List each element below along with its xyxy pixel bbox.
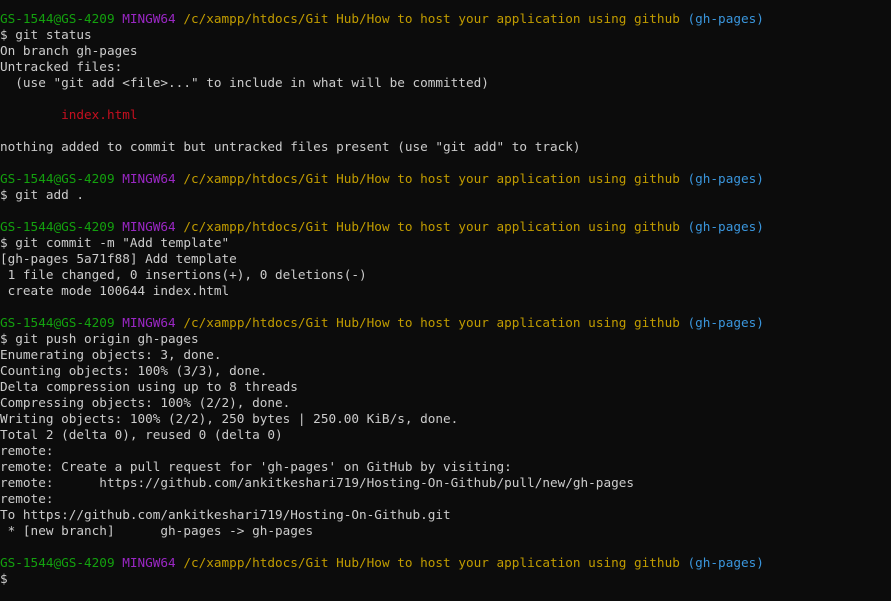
output-line: (use "git add <file>..." to include in w…	[0, 75, 891, 91]
command-text: $ git status	[0, 27, 92, 42]
output-line: Compressing objects: 100% (2/2), done.	[0, 395, 891, 411]
command-line: $ git commit -m "Add template"	[0, 235, 891, 251]
prompt-line: GS-1544@GS-4209 MINGW64 /c/xampp/htdocs/…	[0, 219, 891, 235]
output-text: Delta compression using up to 8 threads	[0, 379, 298, 394]
prompt-path: /c/xampp/htdocs/Git Hub/How to host your…	[183, 219, 680, 234]
prompt-branch: (gh-pages)	[687, 555, 764, 570]
command-text: $ git add .	[0, 187, 85, 202]
prompt-user: GS-1544@GS-4209	[0, 11, 115, 26]
output-line: create mode 100644 index.html	[0, 283, 891, 299]
prompt-env: MINGW64	[122, 219, 176, 234]
output-line: On branch gh-pages	[0, 43, 891, 59]
command-text: $ git push origin gh-pages	[0, 331, 199, 346]
output-line: Total 2 (delta 0), reused 0 (delta 0)	[0, 427, 891, 443]
output-text: Enumerating objects: 3, done.	[0, 347, 222, 362]
output-line: Enumerating objects: 3, done.	[0, 347, 891, 363]
untracked-file-name: index.html	[0, 107, 138, 122]
prompt-user: GS-1544@GS-4209	[0, 219, 115, 234]
output-text: Counting objects: 100% (3/3), done.	[0, 363, 268, 378]
prompt-user: GS-1544@GS-4209	[0, 315, 115, 330]
output-text: nothing added to commit but untracked fi…	[0, 139, 581, 154]
output-line: 1 file changed, 0 insertions(+), 0 delet…	[0, 267, 891, 283]
output-line: remote: https://github.com/ankitkeshari7…	[0, 475, 891, 491]
prompt-path: /c/xampp/htdocs/Git Hub/How to host your…	[183, 171, 680, 186]
prompt-path: /c/xampp/htdocs/Git Hub/How to host your…	[183, 315, 680, 330]
prompt-line: GS-1544@GS-4209 MINGW64 /c/xampp/htdocs/…	[0, 11, 891, 27]
output-text: Total 2 (delta 0), reused 0 (delta 0)	[0, 427, 283, 442]
prompt-user: GS-1544@GS-4209	[0, 555, 115, 570]
output-text: * [new branch] gh-pages -> gh-pages	[0, 523, 314, 538]
prompt-user: GS-1544@GS-4209	[0, 171, 115, 186]
output-text: Writing objects: 100% (2/2), 250 bytes |…	[0, 411, 459, 426]
untracked-file-line: index.html	[0, 107, 891, 123]
output-text: remote:	[0, 491, 54, 506]
output-text: remote: https://github.com/ankitkeshari7…	[0, 475, 634, 490]
prompt-env: MINGW64	[122, 11, 176, 26]
output-text: To https://github.com/ankitkeshari719/Ho…	[0, 507, 451, 522]
output-line: remote:	[0, 443, 891, 459]
prompt-path: /c/xampp/htdocs/Git Hub/How to host your…	[183, 11, 680, 26]
output-line: * [new branch] gh-pages -> gh-pages	[0, 523, 891, 539]
output-line: To https://github.com/ankitkeshari719/Ho…	[0, 507, 891, 523]
output-line: Counting objects: 100% (3/3), done.	[0, 363, 891, 379]
prompt-branch: (gh-pages)	[687, 171, 764, 186]
command-line: $ git push origin gh-pages	[0, 331, 891, 347]
prompt-line: GS-1544@GS-4209 MINGW64 /c/xampp/htdocs/…	[0, 315, 891, 331]
output-line: remote:	[0, 491, 891, 507]
prompt-env: MINGW64	[122, 171, 176, 186]
output-text: [gh-pages 5a71f88] Add template	[0, 251, 237, 266]
prompt-path: /c/xampp/htdocs/Git Hub/How to host your…	[183, 555, 680, 570]
prompt-env: MINGW64	[122, 315, 176, 330]
prompt-branch: (gh-pages)	[687, 315, 764, 330]
output-line: remote: Create a pull request for 'gh-pa…	[0, 459, 891, 475]
command-line: $ git add .	[0, 187, 891, 203]
command-line: $ git status	[0, 27, 891, 43]
output-text: Compressing objects: 100% (2/2), done.	[0, 395, 291, 410]
output-line: Delta compression using up to 8 threads	[0, 379, 891, 395]
terminal-window[interactable]: GS-1544@GS-4209 MINGW64 /c/xampp/htdocs/…	[0, 0, 891, 601]
output-text: remote:	[0, 443, 54, 458]
output-line: Writing objects: 100% (2/2), 250 bytes |…	[0, 411, 891, 427]
prompt-line: GS-1544@GS-4209 MINGW64 /c/xampp/htdocs/…	[0, 171, 891, 187]
output-line: nothing added to commit but untracked fi…	[0, 139, 891, 155]
command-line: $	[0, 571, 891, 587]
command-text: $	[0, 571, 8, 586]
prompt-branch: (gh-pages)	[687, 11, 764, 26]
output-text: create mode 100644 index.html	[0, 283, 230, 298]
prompt-branch: (gh-pages)	[687, 219, 764, 234]
output-text: Untracked files:	[0, 59, 123, 74]
command-text: $ git commit -m "Add template"	[0, 235, 230, 250]
prompt-line: GS-1544@GS-4209 MINGW64 /c/xampp/htdocs/…	[0, 555, 891, 571]
output-text: (use "git add <file>..." to include in w…	[0, 75, 489, 90]
output-line: Untracked files:	[0, 59, 891, 75]
output-text: remote: Create a pull request for 'gh-pa…	[0, 459, 512, 474]
prompt-env: MINGW64	[122, 555, 176, 570]
output-line: [gh-pages 5a71f88] Add template	[0, 251, 891, 267]
output-text: On branch gh-pages	[0, 43, 138, 58]
output-text: 1 file changed, 0 insertions(+), 0 delet…	[0, 267, 367, 282]
